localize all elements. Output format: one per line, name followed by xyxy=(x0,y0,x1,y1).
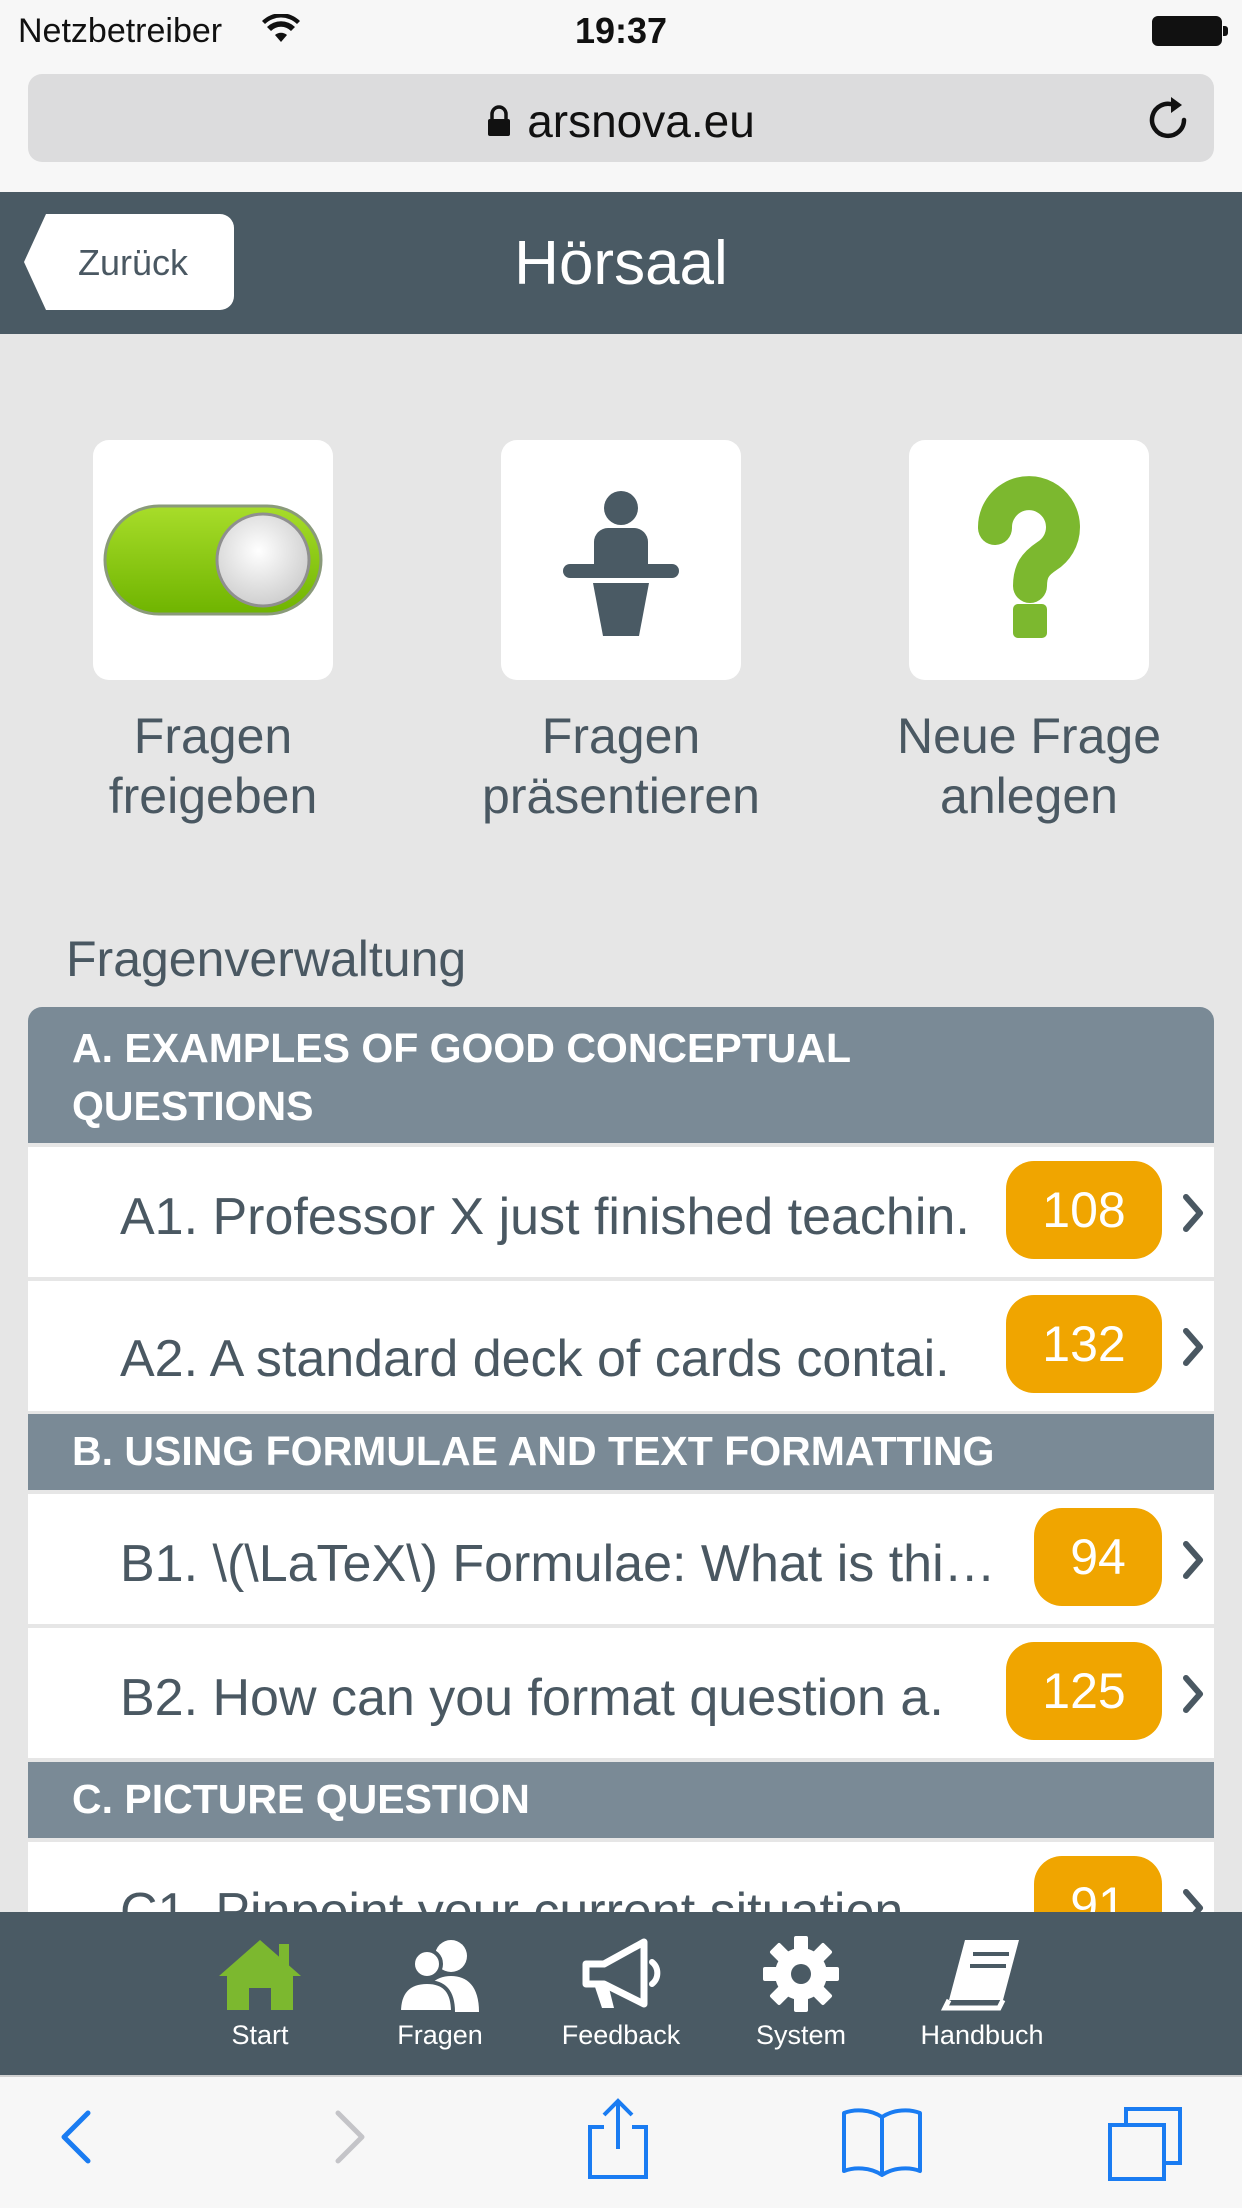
section-heading: Fragenverwaltung xyxy=(66,931,467,987)
response-count-badge: 108 xyxy=(1006,1161,1162,1259)
new-question-label: Neue Frage anlegen xyxy=(896,708,1162,824)
group-title-line: QUESTIONS xyxy=(72,1083,314,1129)
reload-icon[interactable] xyxy=(1146,92,1192,147)
present-questions-tile[interactable] xyxy=(501,440,741,680)
question-mark-icon xyxy=(909,476,1149,684)
home-icon xyxy=(180,1934,340,2014)
status-bar: Netzbetreiber 19:37 xyxy=(0,0,1242,62)
book-icon xyxy=(902,1934,1062,2014)
response-count-badge: 132 xyxy=(1006,1295,1162,1393)
toggle-switch-icon[interactable] xyxy=(93,504,333,684)
group-title-line: A. EXAMPLES OF GOOD CONCEPTUAL xyxy=(72,1025,852,1071)
question-text: B1. \(\LaTeX\) Formulae: What is thi… xyxy=(120,1535,996,1593)
tabs-icon[interactable] xyxy=(1106,2105,1184,2188)
lectern-icon xyxy=(501,491,741,684)
question-row-a2[interactable]: A2. A standard deck of cards contai. 132 xyxy=(28,1281,1214,1411)
question-text: A2. A standard deck of cards contai. xyxy=(120,1330,950,1388)
tab-label: Handbuch xyxy=(920,2020,1044,2050)
tab-label: Fragen xyxy=(397,2020,483,2050)
share-icon[interactable] xyxy=(582,2097,654,2186)
page-title: Hörsaal xyxy=(514,229,728,298)
tab-label: System xyxy=(755,2020,847,2050)
browser-back-icon[interactable] xyxy=(56,2105,96,2174)
browser-toolbar xyxy=(0,2075,1242,2208)
present-questions-label: Fragen präsentieren xyxy=(482,708,760,824)
response-count-badge: 125 xyxy=(1006,1642,1162,1740)
chevron-right-icon xyxy=(1182,1327,1206,1372)
release-questions-tile[interactable] xyxy=(93,440,333,680)
url-text: arsnova.eu xyxy=(527,95,755,147)
group-header-b[interactable]: B. USING FORMULAE AND TEXT FORMATTING xyxy=(28,1414,1214,1490)
browser-forward-icon[interactable] xyxy=(330,2105,370,2174)
tab-feedback[interactable]: Feedback xyxy=(541,1934,701,2051)
tab-handbuch[interactable]: Handbuch xyxy=(902,1934,1062,2051)
chevron-right-icon xyxy=(1182,1674,1206,1719)
chevron-right-icon xyxy=(1182,1193,1206,1238)
app-header: Zurück Hörsaal xyxy=(0,192,1242,334)
status-time: 19:37 xyxy=(574,10,668,51)
megaphone-icon xyxy=(541,1934,701,2014)
tab-system[interactable]: System xyxy=(721,1934,881,2051)
address-bar[interactable]: arsnova.eu xyxy=(28,74,1214,162)
users-icon xyxy=(360,1934,520,2014)
group-header-c[interactable]: C. PICTURE QUESTION xyxy=(28,1762,1214,1838)
question-row-a1[interactable]: A1. Professor X just finished teachin. 1… xyxy=(28,1147,1214,1277)
tab-start[interactable]: Start xyxy=(180,1934,340,2051)
tab-label: Start xyxy=(231,2020,289,2050)
tab-fragen[interactable]: Fragen xyxy=(360,1934,520,2051)
tab-label: Feedback xyxy=(561,2020,681,2050)
browser-address-area: arsnova.eu xyxy=(0,62,1242,192)
tab-bar: Start Fragen Feedback System Handbuch xyxy=(0,1912,1242,2075)
bookmarks-icon[interactable] xyxy=(840,2105,924,2182)
battery-icon xyxy=(1152,16,1228,46)
question-row-b2[interactable]: B2. How can you format question a. 125 xyxy=(28,1628,1214,1758)
response-count-badge: 94 xyxy=(1034,1508,1162,1606)
gear-icon xyxy=(721,1934,881,2014)
question-text: B2. How can you format question a. xyxy=(120,1669,944,1727)
group-header-a[interactable]: A. EXAMPLES OF GOOD CONCEPTUAL QUESTIONS xyxy=(28,1007,1214,1143)
question-text: A1. Professor X just finished teachin. xyxy=(120,1188,970,1246)
new-question-tile[interactable] xyxy=(909,440,1149,680)
release-questions-label: Fragen freigeben xyxy=(108,708,318,824)
lock-icon xyxy=(487,94,511,148)
chevron-right-icon xyxy=(1182,1540,1206,1585)
question-row-b1[interactable]: B1. \(\LaTeX\) Formulae: What is thi… 94 xyxy=(28,1494,1214,1624)
